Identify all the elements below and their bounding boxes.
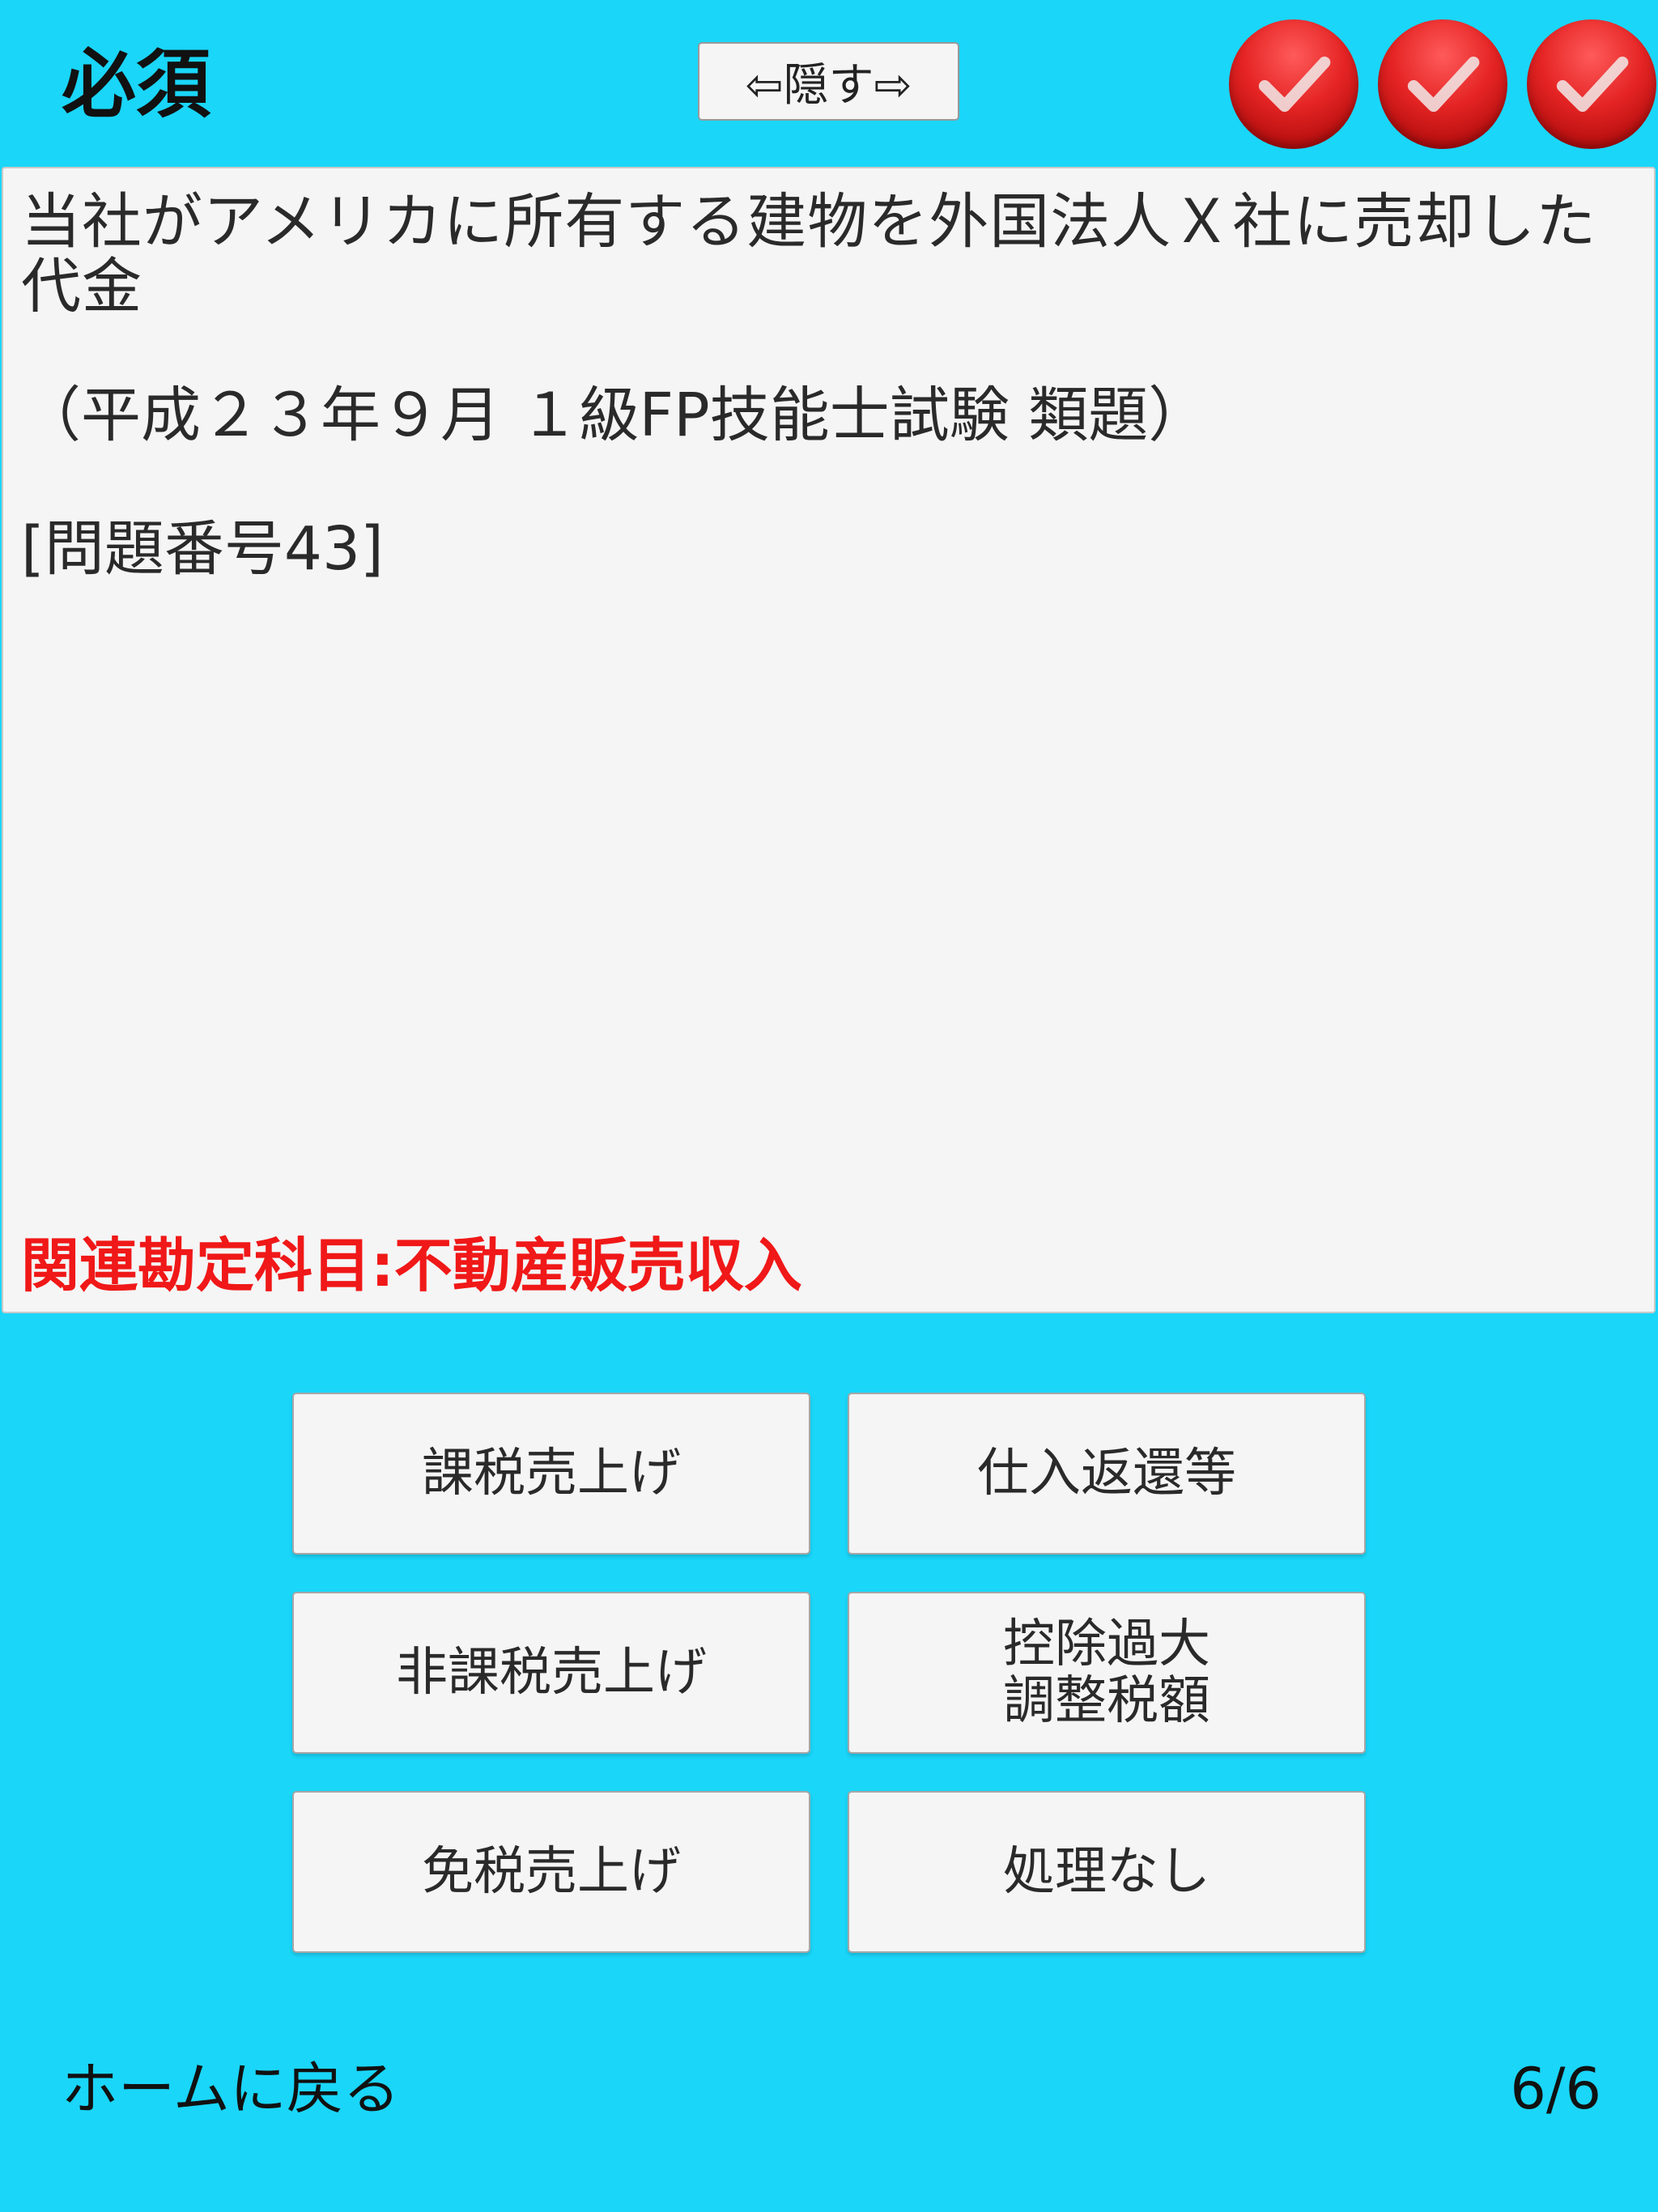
answer-no-action-button[interactable]: 処理なし [848,1791,1366,1953]
question-panel: 当社がアメリカに所有する建物を外国法人Ｘ社に売却した代金 （平成２３年９月 １級… [2,167,1656,1313]
page-counter: 6/6 [1510,2056,1601,2122]
check-badge-3 [1527,19,1656,149]
answer-grid: 課税売上げ 仕入返還等 非課税売上げ 控除過大 調整税額 免税売上げ 処理なし [292,1393,1366,1953]
home-link[interactable]: ホームに戻る [62,2048,400,2129]
check-icon [1407,56,1480,113]
hide-toggle-button[interactable]: ⇦隠す⇨ [698,42,959,121]
answer-purchase-returns-button[interactable]: 仕入返還等 [848,1393,1366,1555]
answer-taxable-sales-button[interactable]: 課税売上げ [292,1393,810,1555]
progress-badges [1229,19,1656,149]
check-icon [1556,56,1629,113]
answer-nontaxable-sales-button[interactable]: 非課税売上げ [292,1592,810,1754]
check-badge-2 [1378,19,1507,149]
check-badge-1 [1229,19,1358,149]
question-text: 当社がアメリカに所有する建物を外国法人Ｘ社に売却した代金 [21,187,1597,321]
category-label: 必須 [62,41,211,128]
check-icon [1258,56,1331,113]
answer-exempt-sales-button[interactable]: 免税売上げ [292,1791,810,1953]
answer-excess-deduction-button[interactable]: 控除過大 調整税額 [848,1592,1366,1754]
related-account: 関連勘定科目:不動産販売収入 [21,1231,802,1300]
exam-source: （平成２３年９月 １級FP技能士試験 類題） [21,381,1209,450]
problem-number: [問題番号43] [21,514,384,584]
